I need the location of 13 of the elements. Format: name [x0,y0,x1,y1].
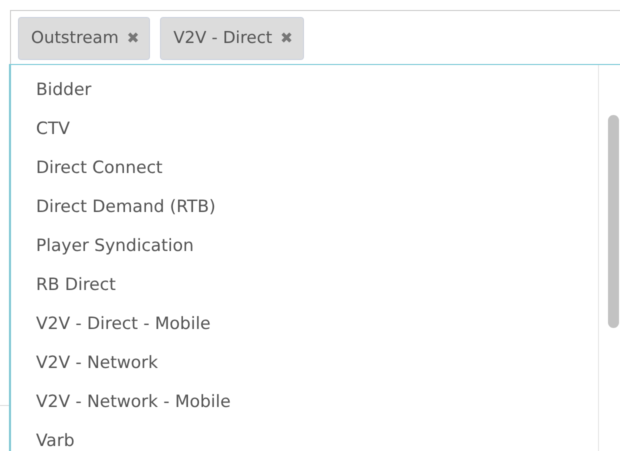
dropdown-option[interactable]: Varb [11,422,598,451]
dropdown-option[interactable]: Direct Demand (RTB) [11,188,598,227]
tag-label: V2V - Direct [173,26,272,49]
dropdown-option[interactable]: CTV [11,110,598,149]
dropdown-option[interactable]: Direct Connect [11,149,598,188]
dropdown-option[interactable]: Player Syndication [11,227,598,266]
dropdown-option[interactable]: V2V - Network - Mobile [11,383,598,422]
dropdown-option[interactable]: Bidder [11,71,598,110]
scrollbar[interactable] [608,115,619,328]
dropdown-option[interactable]: V2V - Direct - Mobile [11,305,598,344]
dropdown-option[interactable]: RB Direct [11,266,598,305]
tag-label: Outstream [31,26,119,49]
dropdown-option[interactable]: V2V - Network [11,344,598,383]
